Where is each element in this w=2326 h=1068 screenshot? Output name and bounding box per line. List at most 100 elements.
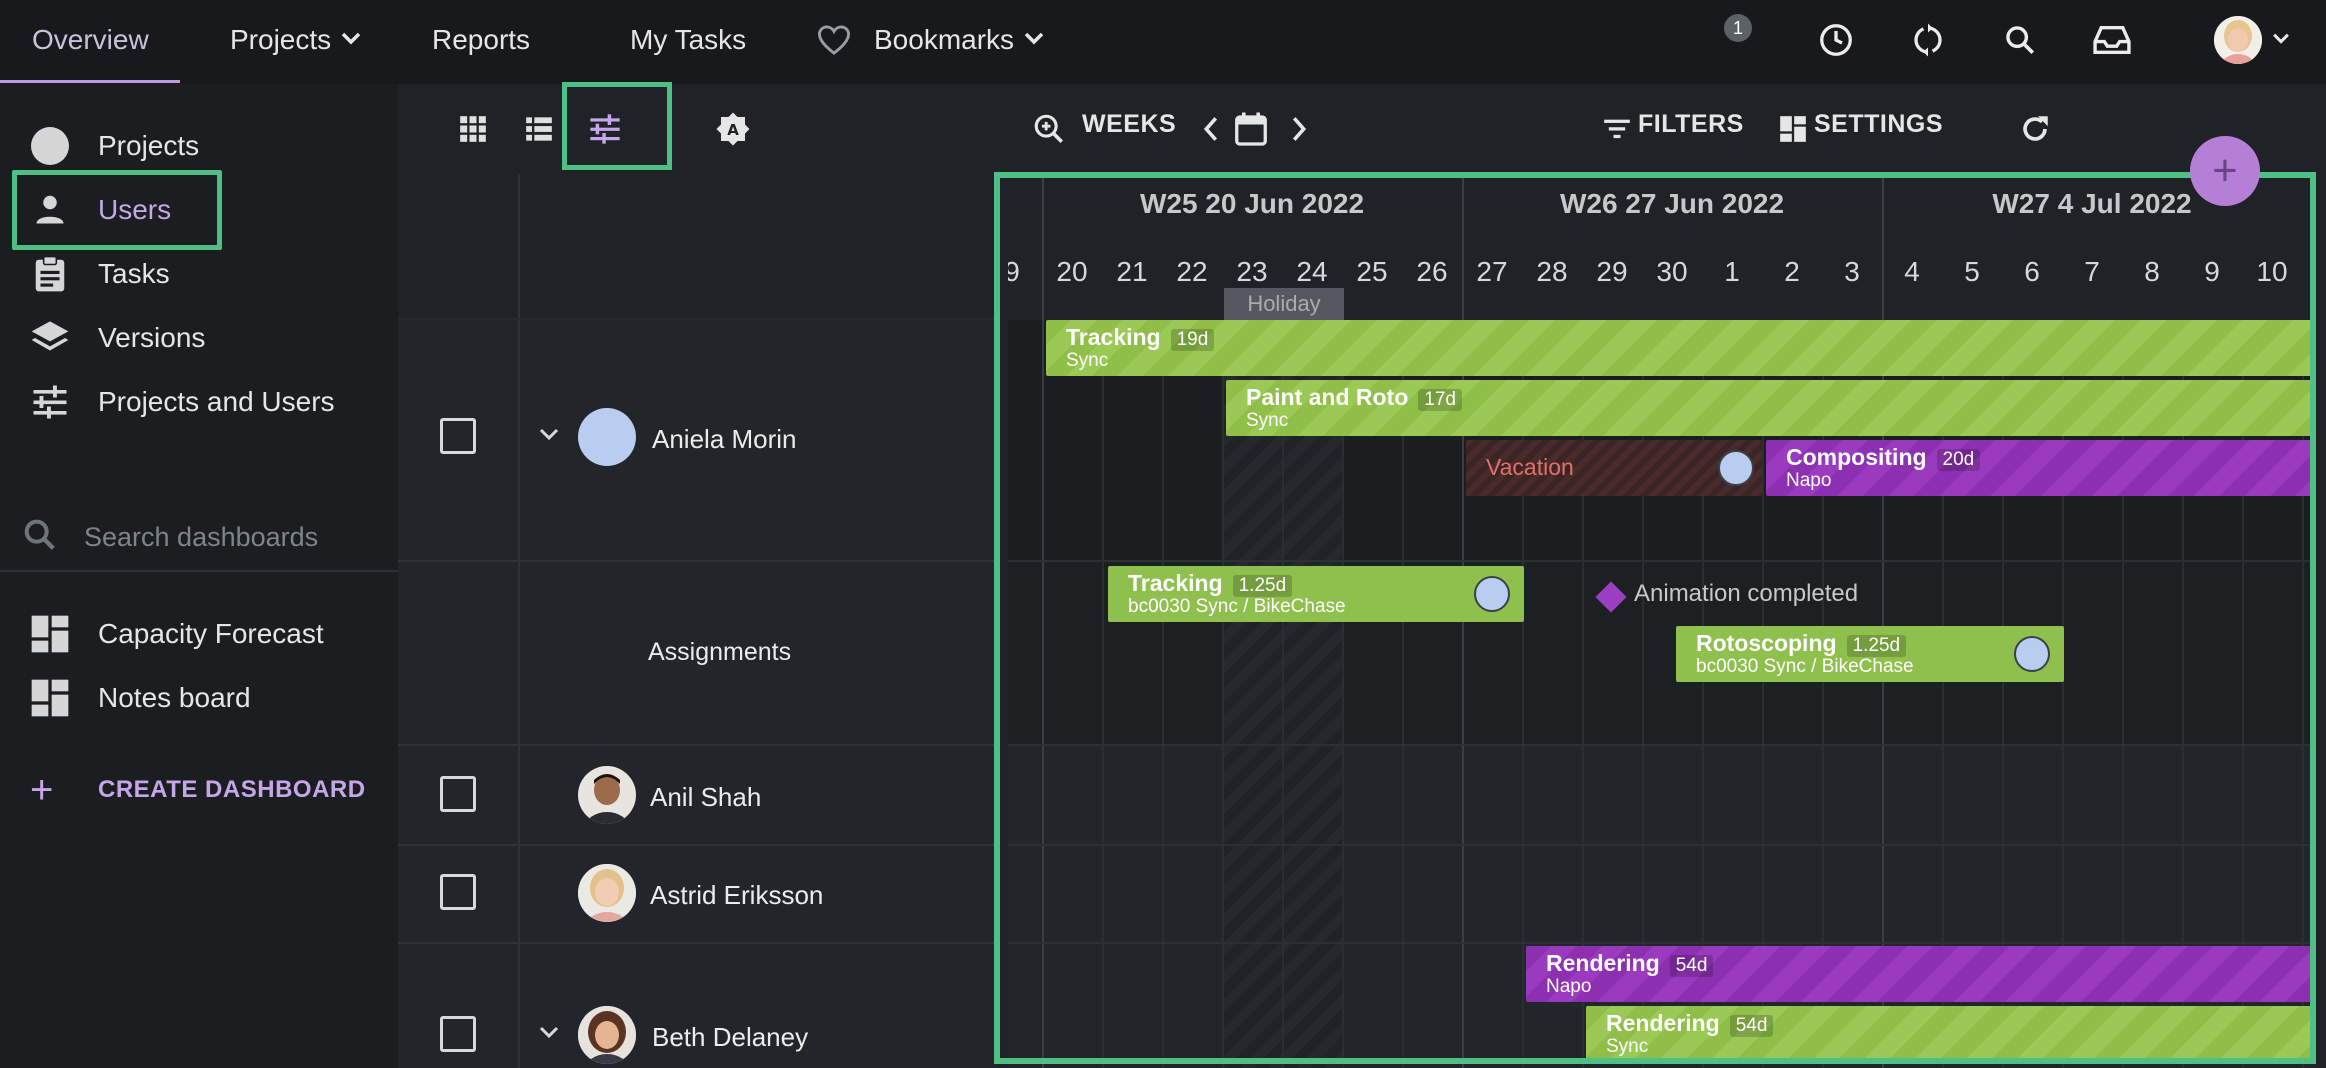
day-divider <box>1102 320 1104 1068</box>
row-checkbox[interactable] <box>440 874 476 910</box>
day-label: 1 <box>1724 256 1740 287</box>
dashboard-icon <box>28 676 72 720</box>
user-menu[interactable] <box>2212 16 2292 64</box>
day-label: 9 <box>2204 256 2220 287</box>
avatar <box>2214 16 2262 64</box>
week-label: W26 27 Jun 2022 <box>1559 188 1785 219</box>
row-checkbox[interactable] <box>440 418 476 454</box>
day-label: 20 <box>1056 256 1088 287</box>
vacation-bar[interactable]: Vacation <box>1466 440 1762 496</box>
day-label: 22 <box>1176 256 1208 287</box>
assignment-bar[interactable]: Rotoscoping 1.25d bc0030 Sync / BikeChase <box>1676 626 2064 682</box>
search-input[interactable]: Search dashboards <box>84 522 318 553</box>
sidebar-item-projects[interactable]: Projects <box>0 116 398 176</box>
avatar <box>578 864 636 922</box>
dashboard-notes-board[interactable]: Notes board <box>0 668 398 728</box>
inbox-icon[interactable] <box>2090 18 2134 62</box>
day-label: 2 <box>1784 256 1800 287</box>
sidebar-item-versions[interactable]: Versions <box>0 308 398 368</box>
chevron-down-icon <box>341 32 361 45</box>
filter-icon <box>1604 119 1630 139</box>
grid-view-button[interactable] <box>450 106 496 152</box>
zoom-button[interactable] <box>1026 106 1072 152</box>
row-divider <box>1008 560 2316 562</box>
avatar <box>2014 636 2050 672</box>
avatar <box>578 766 636 824</box>
row-divider <box>398 318 998 320</box>
avatar <box>578 408 636 466</box>
settings-label[interactable]: SETTINGS <box>1814 110 1943 139</box>
plus-icon: + <box>30 767 54 812</box>
nav-reports[interactable]: Reports <box>432 0 530 80</box>
row-divider <box>1008 942 2316 944</box>
row-divider <box>398 844 998 846</box>
top-navigation: Overview Projects Reports My Tasks Bookm… <box>0 0 2326 84</box>
sliders-icon <box>28 380 72 424</box>
day-divider <box>1162 320 1164 1068</box>
task-bar[interactable]: Compositing 20d Napo <box>1766 440 2316 496</box>
day-label: 10 <box>2256 256 2288 287</box>
day-label: 3 <box>1844 256 1860 287</box>
holiday-label: Holiday <box>1224 288 1344 320</box>
row-checkbox[interactable] <box>440 1016 476 1052</box>
milestone-label: Animation completed <box>1634 580 1859 607</box>
clock-icon[interactable] <box>1814 18 1858 62</box>
task-bar[interactable]: Paint and Roto 17d Sync <box>1226 380 2316 436</box>
users-highlight-box <box>12 170 222 250</box>
day-label: 6 <box>2024 256 2040 287</box>
nav-bookmarks[interactable]: Bookmarks <box>816 0 1044 80</box>
dashboard-search[interactable]: Search dashboards <box>0 502 398 572</box>
search-icon[interactable] <box>1998 18 2042 62</box>
user-name: Beth Delaney <box>652 1022 809 1052</box>
settings-button[interactable] <box>1770 106 1816 152</box>
sidebar-item-tasks[interactable]: Tasks <box>0 244 398 304</box>
clipboard-icon <box>28 252 72 296</box>
filters-label[interactable]: FILTERS <box>1638 110 1744 139</box>
user-name: Aniela Morin <box>652 424 797 454</box>
task-bar[interactable]: Rendering 54d Sync <box>1586 1006 2316 1062</box>
day-label: 7 <box>2084 256 2100 287</box>
filters-button[interactable] <box>1594 106 1640 152</box>
chevron-down-icon <box>2273 33 2289 44</box>
refresh-button[interactable] <box>2012 106 2058 152</box>
calendar-button[interactable] <box>1228 106 1274 152</box>
create-dashboard-button[interactable]: + CREATE DASHBOARD <box>0 760 398 820</box>
chevron-down-icon <box>1024 32 1044 45</box>
circle-icon <box>28 124 72 168</box>
next-period-button[interactable] <box>1276 106 1322 152</box>
day-divider <box>1222 320 1224 1068</box>
dashboard-capacity-forecast[interactable]: Capacity Forecast <box>0 604 398 664</box>
column-divider <box>518 174 520 318</box>
grid-icon <box>460 116 486 142</box>
chevron-down-icon[interactable] <box>538 1026 560 1040</box>
day-label: 30 <box>1656 256 1688 287</box>
toolbar: A WEEKS FILTERS 1 SETTINGS <box>398 14 2326 174</box>
task-bar[interactable]: Tracking 19d Sync <box>1046 320 2316 376</box>
day-label: 26 <box>1416 256 1448 287</box>
timeline-grid[interactable]: W25 20 Jun 2022 W26 27 Jun 2022 W27 4 Ju… <box>1008 174 2316 1068</box>
nav-overview[interactable]: Overview <box>32 0 149 80</box>
nav-my-tasks[interactable]: My Tasks <box>630 0 746 80</box>
day-label: 25 <box>1356 256 1388 287</box>
avatar <box>1718 450 1754 486</box>
add-button[interactable]: + <box>2190 136 2260 206</box>
brightness-auto-icon: A <box>716 112 750 146</box>
nav-projects[interactable]: Projects <box>230 0 361 80</box>
list-view-button[interactable] <box>516 106 562 152</box>
row-divider <box>398 744 998 746</box>
task-bar[interactable]: Rendering 54d Napo <box>1526 946 2316 1002</box>
list-icon <box>526 117 552 141</box>
chevron-down-icon[interactable] <box>538 428 560 442</box>
chevron-left-icon <box>1203 117 1218 141</box>
sidebar-item-projects-and-users[interactable]: Projects and Users <box>0 372 398 432</box>
rows-header <box>398 174 998 318</box>
day-label: 21 <box>1116 256 1148 287</box>
sync-icon[interactable] <box>1906 18 1950 62</box>
sidebar: Projects Users Tasks Versions Projects a… <box>0 84 398 1068</box>
assignment-bar[interactable]: Tracking 1.25d bc0030 Sync / BikeChase <box>1108 566 1524 622</box>
filters-count-badge: 1 <box>1724 14 1752 42</box>
auto-mode-button[interactable]: A <box>710 106 756 152</box>
search-icon <box>20 515 60 560</box>
row-checkbox[interactable] <box>440 776 476 812</box>
avatar <box>1474 576 1510 612</box>
